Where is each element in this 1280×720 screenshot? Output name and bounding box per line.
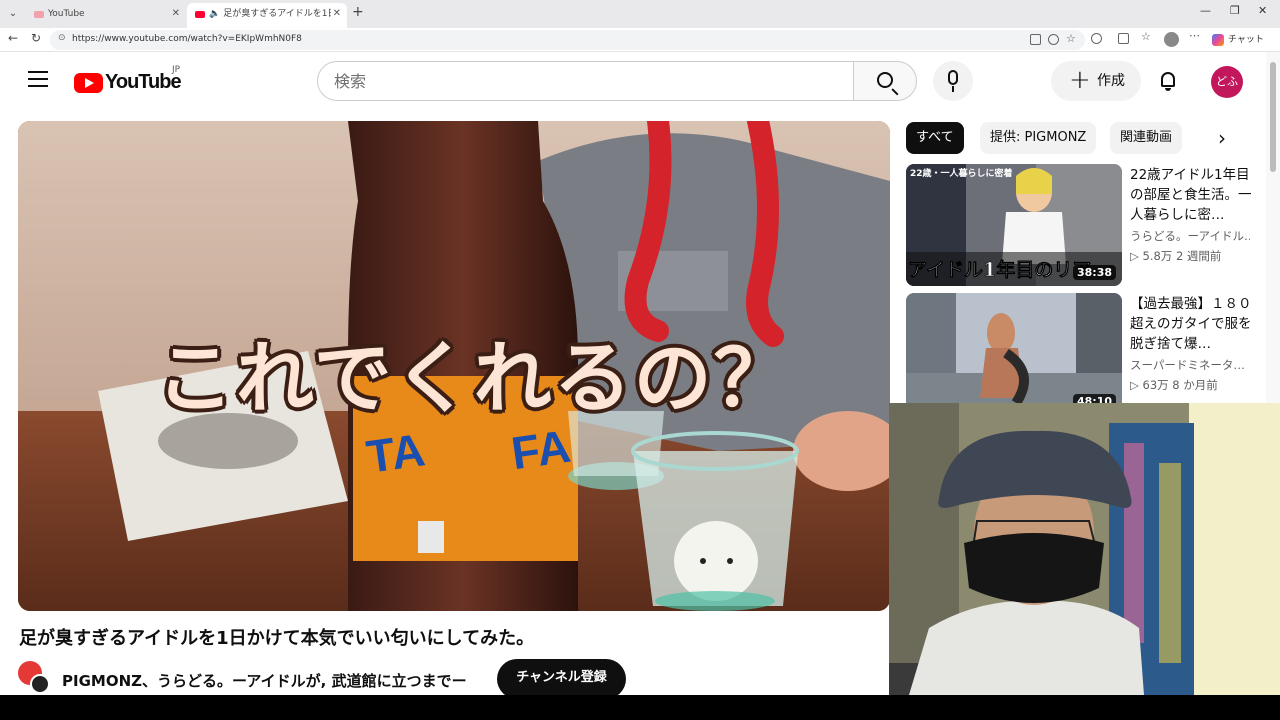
restore-icon[interactable]: ❐: [1230, 4, 1240, 17]
country-code: JP: [172, 65, 181, 75]
reload-icon[interactable]: ↻: [31, 31, 41, 45]
more-icon[interactable]: ⋯: [1189, 29, 1200, 42]
notifications-bell-icon[interactable]: [1158, 72, 1178, 92]
copilot-icon: [1212, 33, 1224, 46]
tab-video[interactable]: 🔈足が臭すぎるアイドルを1日かけて本気でいい匂いにしてみた ✕: [187, 3, 347, 28]
video-duration: 38:38: [1072, 265, 1116, 280]
site-info-icon[interactable]: ⊙: [58, 33, 66, 43]
menu-icon[interactable]: [28, 71, 48, 87]
recommendation-title[interactable]: 【過去最強】１８０超えのガタイで服を脱ぎ捨て爆…: [1130, 294, 1256, 354]
chip-related[interactable]: 関連動画: [1110, 122, 1183, 154]
recommendation-channel[interactable]: スーパードミネータ…: [1130, 357, 1250, 373]
copilot-label: チャット: [1228, 35, 1264, 45]
create-label: 作成: [1097, 73, 1125, 89]
search-button[interactable]: [853, 61, 917, 101]
copilot-button[interactable]: チャット: [1212, 32, 1264, 46]
microphone-stand: [952, 86, 954, 92]
subscribe-button[interactable]: チャンネル登録: [497, 659, 626, 695]
search-box: [317, 61, 917, 101]
extensions-icon[interactable]: [1118, 33, 1129, 44]
plus-icon: +: [1069, 65, 1091, 95]
favorite-star-icon[interactable]: ☆: [1066, 32, 1077, 45]
refresh-extension-icon[interactable]: [1091, 33, 1102, 44]
close-tab-icon[interactable]: ✕: [333, 3, 341, 25]
youtube-favicon-icon: [195, 10, 205, 18]
tab-title: YouTube: [48, 9, 85, 19]
url-text: https://www.youtube.com/watch?v=EKIpWmhN…: [72, 34, 302, 44]
back-icon[interactable]: ←: [8, 31, 18, 45]
zoom-icon[interactable]: [1048, 34, 1059, 45]
video-player[interactable]: TA FA これでくれるの？: [18, 121, 890, 611]
new-tab-button[interactable]: +: [352, 4, 364, 20]
voice-search-button[interactable]: [933, 61, 973, 101]
screen: ⌄ YouTube ✕ 🔈足が臭すぎるアイドルを1日かけて本気でいい匂いにしてみ…: [0, 0, 1280, 695]
search-icon: [877, 72, 893, 88]
minimize-icon[interactable]: —: [1200, 4, 1211, 17]
profile-icon[interactable]: [1164, 32, 1179, 47]
create-button[interactable]: + 作成: [1051, 61, 1141, 101]
microphone-icon: [948, 70, 958, 85]
svg-text:TA: TA: [363, 423, 428, 483]
favorites-icon[interactable]: ☆: [1141, 30, 1152, 43]
search-input[interactable]: [317, 61, 854, 101]
video-caption: これでくれるの？: [156, 333, 794, 424]
address-bar[interactable]: ⊙ https://www.youtube.com/watch?v=EKIpWm…: [50, 30, 1085, 50]
video-thumbnail[interactable]: 48:10: [906, 293, 1122, 415]
recommendation-meta: ▷ 63万 8 か月前: [1130, 378, 1218, 392]
recommendation-title[interactable]: 22歳アイドル1年目の部屋と食生活。一人暮らしに密…: [1130, 165, 1256, 225]
channel-name[interactable]: PIGMONZ、うらどる。ーアイドルが, 武道館に立つまでー: [62, 670, 467, 691]
youtube-header: YouTube JP + 作成 どふ: [0, 52, 1266, 112]
thumbnail-text-top: 22歳・一人暮らしに密着: [910, 167, 1013, 179]
webcam-feed: [889, 403, 1280, 695]
speaker-icon[interactable]: 🔈: [209, 3, 220, 25]
chip-pigmonz[interactable]: 提供: PIGMONZ: [980, 122, 1097, 154]
recommendation-meta: ▷ 5.8万 2 週間前: [1130, 249, 1222, 263]
close-window-icon[interactable]: ✕: [1258, 4, 1267, 17]
recommendation-channel[interactable]: うらどる。ーアイドル…: [1130, 228, 1250, 244]
youtube-favicon-icon: [34, 10, 44, 18]
youtube-play-icon: [74, 72, 103, 93]
thumbnail-text-bottom: アイドル1年目のリア: [908, 258, 1091, 281]
tab-youtube[interactable]: YouTube ✕: [26, 3, 186, 28]
svg-text:FA: FA: [508, 420, 573, 480]
tab-list-icon[interactable]: ⌄: [4, 5, 22, 23]
scrollbar-thumb[interactable]: [1270, 62, 1276, 172]
recommendation-item[interactable]: 22歳・一人暮らしに密着 アイドル1年目のリア 38:38 22歳アイドル1年目…: [906, 164, 1256, 286]
webcam-overlay: [889, 403, 1280, 695]
tab-title: 足が臭すぎるアイドルを1日かけて本気でいい匂いにしてみた: [223, 9, 331, 19]
youtube-logo[interactable]: YouTube JP: [74, 65, 182, 94]
app-icon[interactable]: [1030, 34, 1041, 45]
account-avatar[interactable]: どふ: [1211, 66, 1243, 98]
close-tab-icon[interactable]: ✕: [172, 3, 180, 25]
browser-tab-bar: ⌄ YouTube ✕ 🔈足が臭すぎるアイドルを1日かけて本気でいい匂いにしてみ…: [0, 0, 1280, 28]
chip-all[interactable]: すべて: [906, 122, 964, 154]
logo-text: YouTube: [105, 71, 182, 93]
browser-toolbar: ← ↻ ⊙ https://www.youtube.com/watch?v=EK…: [0, 28, 1280, 52]
video-title: 足が臭すぎるアイドルを1日かけて本気でいい匂いにしてみた。: [19, 628, 535, 649]
video-thumbnail[interactable]: 22歳・一人暮らしに密着 アイドル1年目のリア 38:38: [906, 164, 1122, 286]
channel-avatar-secondary[interactable]: [30, 674, 50, 694]
recommendation-item[interactable]: 48:10 【過去最強】１８０超えのガタイで服を脱ぎ捨て爆… スーパードミネータ…: [906, 293, 1256, 415]
chevron-right-icon[interactable]: ›: [1218, 126, 1226, 150]
